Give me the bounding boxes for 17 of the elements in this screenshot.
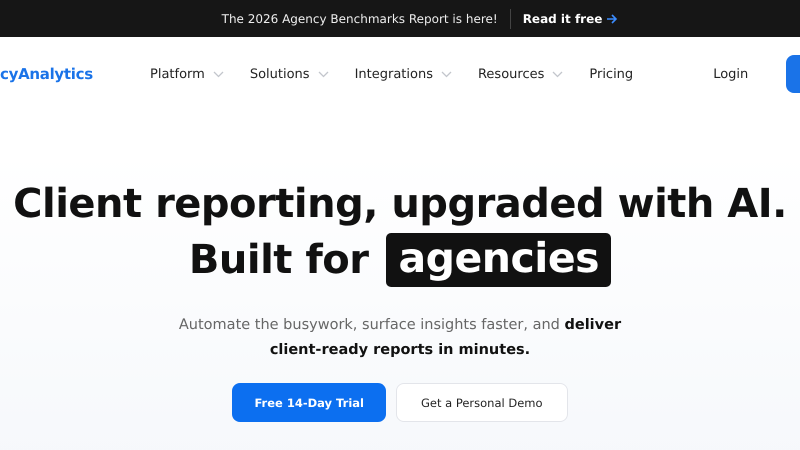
arrow-icon (606, 14, 618, 24)
trial-button[interactable]: Free 14-Day Trial (232, 383, 386, 422)
read-link[interactable]: Read it free (522, 12, 618, 26)
nav-link[interactable]: Platform (150, 66, 224, 82)
nav-link[interactable]: Integrations (354, 66, 452, 82)
nav-link[interactable]: Resources (478, 66, 564, 82)
announcement-text: The 2026 Agency Benchmarks Report is here! (222, 12, 498, 26)
nav-link[interactable]: Solutions (250, 66, 329, 82)
headline: Client reporting, upgraded with AI. (13, 180, 787, 229)
highlighted-word: agencies (386, 233, 612, 287)
nav-link[interactable]: Pricing (589, 66, 634, 82)
login-link[interactable]: Login (713, 66, 748, 82)
logo-text[interactable]: cyAnalytics (0, 65, 150, 83)
subtitle: Automate the busywork, surface insights faster, and deliver client-ready reports in minutes. (178, 316, 622, 360)
nav-button[interactable] (786, 55, 800, 93)
demo-button[interactable]: Get a Personal Demo (396, 383, 568, 422)
headline: Built for (188, 236, 368, 285)
